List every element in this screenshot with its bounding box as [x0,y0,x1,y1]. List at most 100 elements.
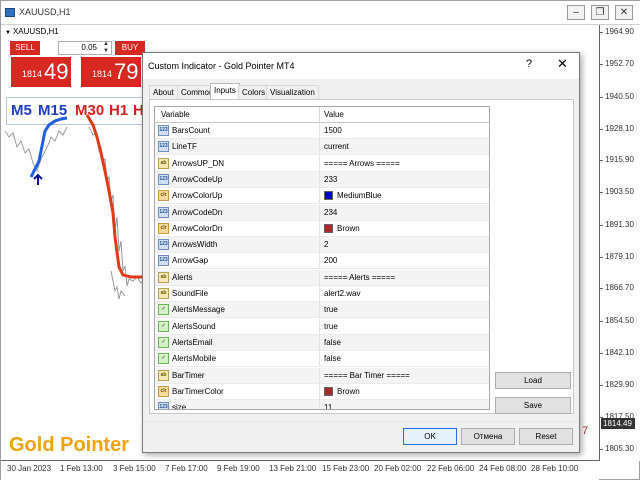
restore-button[interactable]: ❐ [591,5,609,20]
color-type-icon: clr [158,385,169,397]
table-row[interactable]: ✓ AlertsSound true [155,318,489,335]
param-value[interactable]: current [324,142,349,151]
reset-button[interactable]: Reset [519,428,573,445]
sell-button[interactable]: SELL [10,41,40,55]
boolean-type-icon: ✓ [158,320,169,332]
integer-type-icon: 123 [158,239,169,251]
column-header-variable[interactable]: Variable [161,110,190,119]
price-tick: 1805.30 [599,444,634,453]
param-value[interactable]: false [324,338,341,347]
table-row[interactable]: 123 LineTF current [155,139,489,156]
param-name: AlertsEmail [172,337,213,347]
column-header-value[interactable]: Value [324,110,344,119]
param-value[interactable]: Brown [337,224,360,233]
table-row[interactable]: 123 ArrowCodeUp 233 [155,171,489,188]
ok-button[interactable]: OK [403,428,457,445]
table-row[interactable]: ✓ AlertsMessage true [155,302,489,319]
param-value[interactable]: 1500 [324,126,342,135]
bid-price-box[interactable]: 1814 49 [11,57,71,87]
price-tick: 1915.90 [599,155,634,164]
time-tick: 7 Feb 17:00 [165,464,208,473]
param-value[interactable]: false [324,354,341,363]
table-row[interactable]: 123 size 11 [155,400,489,409]
param-value[interactable]: 233 [324,175,337,184]
param-name: BarTimerColor [172,386,224,396]
table-row[interactable]: clr ArrowColorUp MediumBlue [155,188,489,205]
param-name: ArrowColorUp [172,191,223,201]
param-value[interactable]: Brown [337,387,360,396]
save-button[interactable]: Save [495,397,571,414]
param-value[interactable]: ===== Arrows ===== [324,159,400,168]
table-row[interactable]: 123 ArrowCodeDn 234 [155,204,489,221]
table-row[interactable]: ab ArrowsUP_DN ===== Arrows ===== [155,155,489,172]
table-row[interactable]: ✓ AlertsMobile false [155,351,489,368]
symbol-label-text: XAUUSD,H1 [12,27,59,36]
param-name: SoundFile [172,289,209,298]
integer-type-icon: 123 [158,173,169,185]
dialog-titlebar[interactable]: Custom Indicator - Gold Pointer MT4 ? ✕ [143,53,579,79]
triangle-down-icon: ▼ [5,30,11,36]
param-value[interactable]: 11 [324,403,332,409]
load-button[interactable]: Load [495,372,571,389]
param-value[interactable]: 234 [324,208,337,217]
uptrend-line [29,116,68,178]
table-row[interactable]: ✓ AlertsEmail false [155,334,489,351]
string-type-icon: ab [158,271,169,283]
integer-type-icon: 123 [158,125,169,136]
param-value[interactable]: ===== Bar Timer ===== [324,371,410,380]
param-value[interactable]: ===== Alerts ===== [324,273,395,282]
param-value[interactable]: 2 [324,240,328,249]
price-scale[interactable]: 1964.90 1952.70 1940.50 1928.10 1915.90 … [599,25,640,461]
param-value[interactable]: true [324,305,338,314]
param-value[interactable]: MediumBlue [337,191,381,200]
tab-visualization[interactable]: Visualization [266,85,319,99]
ask-price-major: 1814 [92,69,113,79]
table-row[interactable]: ab BarTimer ===== Bar Timer ===== [155,367,489,384]
price-tick: 1866.70 [599,283,634,292]
tab-colors[interactable]: Colors [238,85,270,99]
price-tick: 1952.70 [599,59,634,68]
param-name: ArrowGap [172,256,209,266]
time-tick: 13 Feb 21:00 [269,464,317,473]
param-value[interactable]: true [324,322,338,331]
table-row[interactable]: ab Alerts ===== Alerts ===== [155,269,489,286]
tab-inputs[interactable]: Inputs [210,83,240,100]
chart-title: XAUUSD,H1 [19,7,71,17]
table-header: Variable Value [155,107,489,123]
integer-type-icon: 123 [158,402,169,409]
help-icon[interactable]: ? [526,58,532,70]
string-type-icon: ab [158,369,169,381]
param-name: ArrowColorDn [172,223,223,233]
time-scale[interactable]: 30 Jan 2023 1 Feb 13:00 3 Feb 15:00 7 Fe… [1,460,599,480]
price-tick: 1964.90 [599,27,634,36]
color-type-icon: clr [158,222,169,234]
color-type-icon: clr [158,190,169,202]
close-icon[interactable]: ✕ [557,56,568,72]
table-row[interactable]: clr BarTimerColor Brown [155,383,489,400]
cancel-button[interactable]: Отмена [461,428,515,445]
param-value[interactable]: alert2.wav [324,289,360,298]
buy-button[interactable]: BUY [115,41,145,55]
table-row[interactable]: 123 ArrowsWidth 2 [155,237,489,254]
color-swatch [324,191,333,201]
param-name: BarTimer [172,370,205,380]
downtrend-line [85,114,146,279]
table-row[interactable]: 123 BarsCount 1500 [155,123,489,139]
price-tick: 1928.10 [599,124,634,133]
ask-price-box[interactable]: 1814 79 [81,57,141,87]
table-row[interactable]: 123 ArrowGap 200 [155,253,489,270]
param-value[interactable]: 200 [324,256,337,265]
minimize-button[interactable]: – [567,5,585,20]
price-tick: 1903.50 [599,187,634,196]
param-name: AlertsMessage [172,305,225,315]
price-tick: 1891.30 [599,220,634,229]
color-swatch [324,223,333,233]
current-price-tag: 1814.49 [601,418,635,429]
table-row[interactable]: ab SoundFile alert2.wav [155,286,489,302]
tab-about[interactable]: About [149,85,178,99]
close-chart-button[interactable]: ✕ [615,5,633,20]
volume-spinner-icon[interactable]: ▲ ▼ [101,41,111,55]
param-name: AlertsSound [172,321,216,331]
ask-price-minor: 79 [114,59,139,84]
table-row[interactable]: clr ArrowColorDn Brown [155,220,489,237]
